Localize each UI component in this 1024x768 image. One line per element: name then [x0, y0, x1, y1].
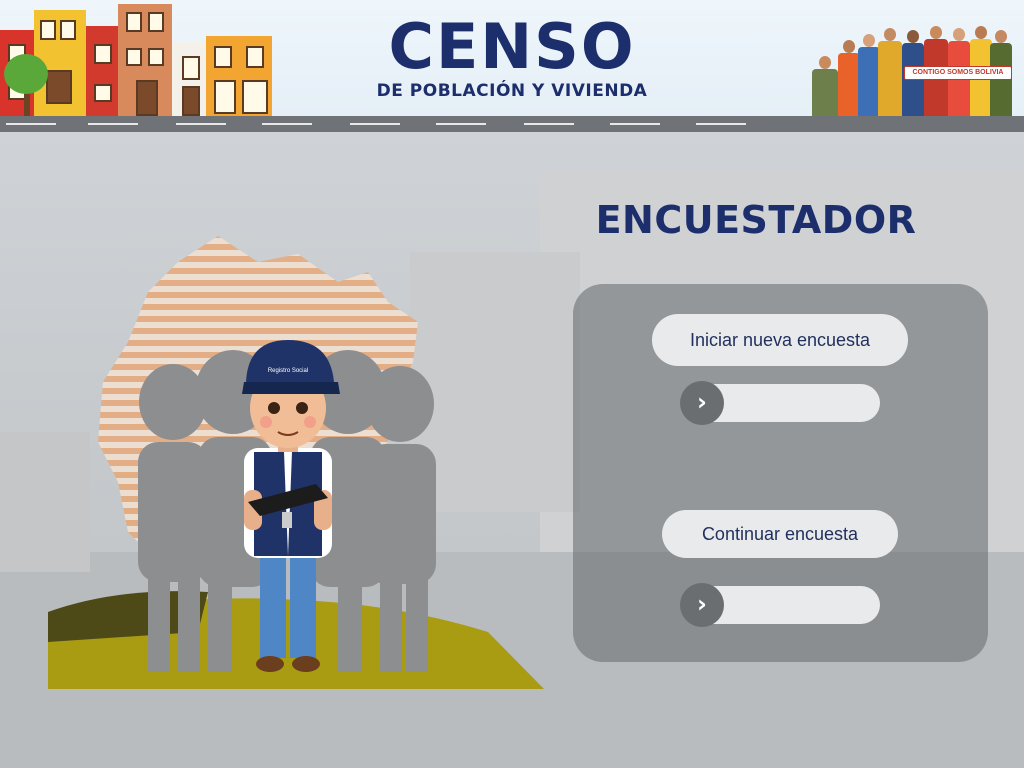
- action-panel: Iniciar nueva encuesta › Continuar encue…: [573, 284, 988, 662]
- continue-survey-slider[interactable]: ›: [680, 583, 880, 627]
- census-title: CENSO: [388, 10, 636, 83]
- house-illustration-red2: [86, 26, 118, 116]
- chevron-right-icon[interactable]: ›: [680, 583, 724, 627]
- house-illustration-white: [172, 42, 208, 116]
- house-illustration-orange: [206, 36, 272, 116]
- cap-text: Registro Social: [268, 368, 308, 374]
- road-strip: [0, 116, 1024, 132]
- page-title: ENCUESTADOR: [595, 198, 917, 242]
- new-survey-button[interactable]: Iniciar nueva encuesta: [652, 314, 908, 366]
- surveyor-illustration: Registro Social: [48, 232, 544, 689]
- census-subtitle: DE POBLACIÓN Y VIVIENDA: [376, 81, 648, 101]
- contigo-banner: CONTIGO SOMOS BOLIVIA: [904, 66, 1012, 80]
- house-illustration-brick: [118, 4, 172, 116]
- continue-survey-button[interactable]: Continuar encuesta: [662, 510, 898, 558]
- census-logo: CENSO DE POBLACIÓN Y VIVIENDA: [376, 10, 648, 101]
- new-survey-slider[interactable]: ›: [680, 381, 880, 425]
- chevron-right-icon[interactable]: ›: [680, 381, 724, 425]
- header-banner: CENSO DE POBLACIÓN Y VIVIENDA CONTIGO SO…: [0, 0, 1024, 132]
- surveyor-illustration-svg: Registro Social: [48, 236, 544, 689]
